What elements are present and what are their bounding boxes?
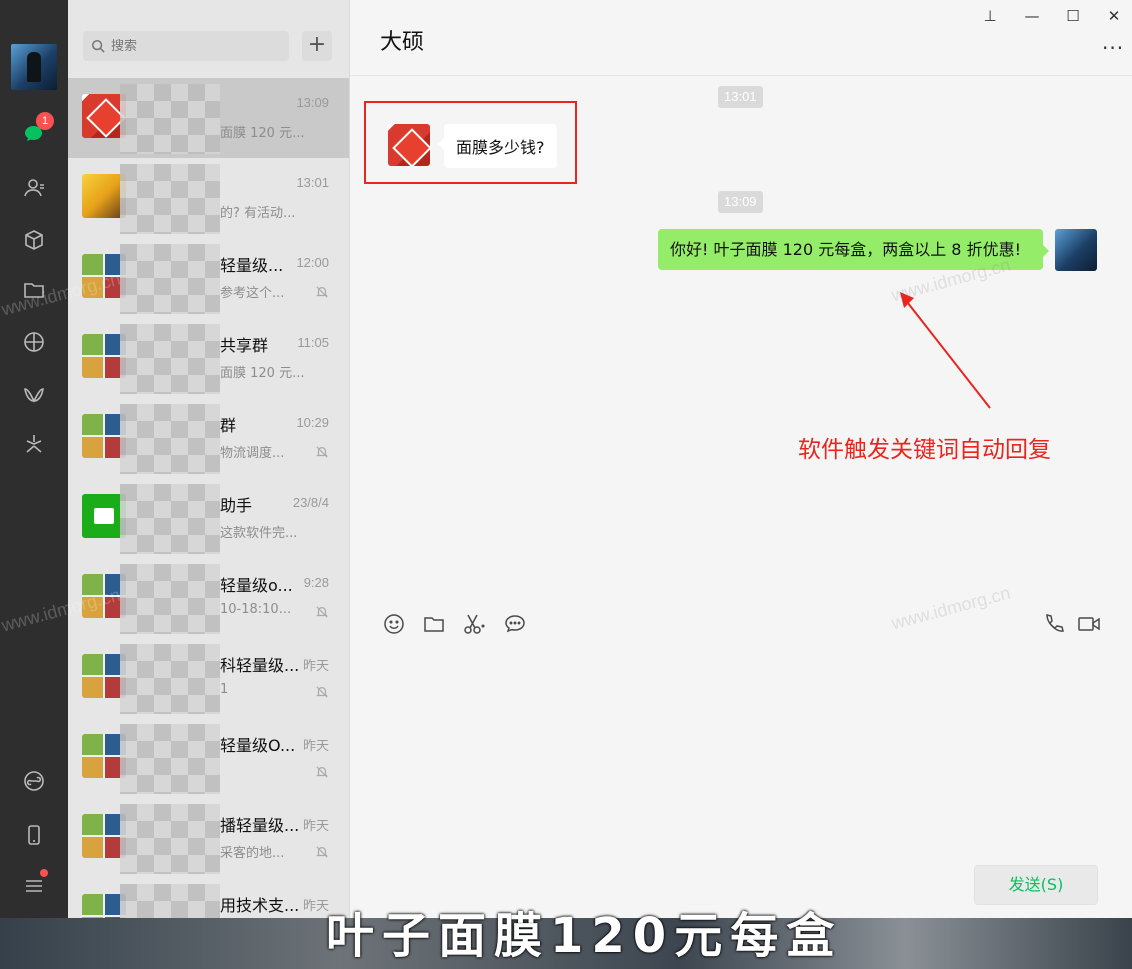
menu-notification-dot bbox=[40, 869, 48, 877]
chat-list-item[interactable]: 播轻量级... 昨天采客的地... bbox=[68, 798, 349, 878]
chat-time: 13:09 bbox=[296, 95, 329, 110]
chat-list-item[interactable]: 轻量级O... 昨天 bbox=[68, 718, 349, 798]
watermark: www.idmorg.cn bbox=[889, 582, 1013, 634]
search-feature-icon[interactable] bbox=[20, 430, 48, 458]
chat-time: 10:29 bbox=[296, 415, 329, 430]
conversation-header: 大硕 ⊥ — ☐ ✕ ··· bbox=[350, 0, 1132, 76]
chat-time: 9:28 bbox=[303, 575, 329, 590]
chat-time: 昨天 bbox=[302, 818, 329, 833]
chat-preview: 物流调度... bbox=[220, 446, 285, 461]
chat-name: 轻量级O... bbox=[220, 736, 296, 755]
favorites-cube-icon[interactable] bbox=[20, 226, 48, 254]
mute-bell-icon bbox=[315, 684, 329, 698]
timestamp: 13:09 bbox=[718, 191, 763, 213]
channels-icon[interactable] bbox=[20, 381, 48, 409]
emoji-icon[interactable] bbox=[382, 612, 408, 636]
chat-icon[interactable]: 1 bbox=[20, 112, 54, 148]
chat-list-item[interactable]: 13:09 面膜 120 元... bbox=[68, 78, 349, 158]
chat-time: 23/8/4 bbox=[292, 495, 329, 510]
chat-name: 轻量级... bbox=[220, 256, 284, 275]
chat-name: 播轻量级... bbox=[220, 816, 300, 835]
incoming-message[interactable]: 面膜多少钱? bbox=[438, 124, 557, 168]
mute-bell-icon bbox=[315, 604, 329, 618]
chat-name: 科轻量级... bbox=[220, 656, 300, 675]
chat-preview: 10-18:10... bbox=[220, 602, 292, 617]
chat-time: 12:00 bbox=[296, 255, 329, 270]
pixelated-blur bbox=[120, 564, 220, 634]
chat-preview: 面膜 120 元... bbox=[220, 366, 305, 381]
contacts-icon[interactable] bbox=[20, 174, 48, 202]
self-avatar[interactable] bbox=[1055, 229, 1097, 271]
pixelated-blur bbox=[120, 84, 220, 154]
pixelated-blur bbox=[120, 724, 220, 794]
chat-list-item[interactable]: 共享群 11:05 面膜 120 元... bbox=[68, 318, 349, 398]
pixelated-blur bbox=[120, 324, 220, 394]
pixelated-blur bbox=[120, 484, 220, 554]
chat-name: 群 bbox=[220, 416, 237, 435]
chat-preview: 面膜 120 元... bbox=[220, 126, 305, 141]
chat-preview: 1 bbox=[220, 682, 229, 697]
chat-time: 11:05 bbox=[297, 335, 329, 350]
pixelated-blur bbox=[120, 244, 220, 314]
chat-preview: 的? 有活动... bbox=[220, 206, 296, 221]
voice-call-icon[interactable] bbox=[1042, 612, 1068, 636]
search-box[interactable] bbox=[83, 31, 289, 61]
pixelated-blur bbox=[120, 404, 220, 474]
chat-time: 昨天 bbox=[302, 658, 329, 673]
chat-name: 轻量级o... bbox=[220, 576, 293, 595]
search-icon bbox=[91, 39, 105, 53]
pixelated-blur bbox=[120, 644, 220, 714]
chat-preview: 这款软件完... bbox=[220, 526, 298, 541]
mute-bell-icon bbox=[315, 764, 329, 778]
send-button[interactable]: 发送(S) bbox=[974, 865, 1098, 905]
chat-preview: 采客的地... bbox=[220, 846, 285, 861]
conversation-panel: 大硕 ⊥ — ☐ ✕ ··· 13:01 面膜多少钱? 13:09 你好! 叶子… bbox=[350, 0, 1132, 918]
chat-list-panel: + 13:09面膜 120 元...13:01的? 有活动...轻量级...12… bbox=[68, 0, 350, 954]
chat-history-icon[interactable] bbox=[503, 612, 529, 636]
search-input[interactable] bbox=[111, 38, 281, 54]
pixelated-blur bbox=[120, 804, 220, 874]
chat-name: 用技术支... bbox=[220, 896, 300, 915]
close-button[interactable]: ✕ bbox=[1104, 6, 1124, 26]
moments-icon[interactable] bbox=[20, 328, 48, 356]
phone-icon[interactable] bbox=[20, 821, 48, 849]
mute-bell-icon bbox=[315, 284, 329, 298]
unread-badge: 1 bbox=[36, 112, 54, 130]
chat-time: 13:01 bbox=[296, 175, 329, 190]
nav-rail: 1 bbox=[0, 0, 68, 918]
chat-name: 助手 bbox=[220, 496, 253, 515]
chat-preview: 参考这个... bbox=[220, 286, 285, 301]
pixelated-blur bbox=[120, 164, 220, 234]
conversation-title: 大硕 bbox=[380, 30, 425, 55]
mini-program-icon[interactable] bbox=[20, 767, 48, 795]
more-options-button[interactable]: ··· bbox=[1102, 36, 1124, 60]
menu-icon[interactable] bbox=[20, 869, 48, 900]
wechat-window: 1 搜索 + 13:09 面膜 120 元... 13:01 的? 有活动...… bbox=[0, 0, 1132, 954]
chat-time: 昨天 bbox=[302, 738, 329, 753]
screenshot-scissors-icon[interactable] bbox=[462, 612, 488, 636]
video-caption: 叶子面膜120元每盒 bbox=[326, 908, 843, 964]
file-folder-icon[interactable] bbox=[422, 612, 448, 636]
minimize-button[interactable]: — bbox=[1022, 6, 1042, 26]
add-chat-button[interactable]: + bbox=[302, 31, 332, 61]
annotation-label: 软件触发关键词自动回复 bbox=[798, 437, 1051, 463]
annotation-arrow-icon bbox=[900, 292, 991, 409]
chat-list-item[interactable]: 科轻量级... 昨天 1 bbox=[68, 638, 349, 718]
user-avatar[interactable] bbox=[11, 44, 57, 90]
chat-list-item[interactable]: 13:01 的? 有活动... bbox=[68, 158, 349, 238]
mute-bell-icon bbox=[315, 444, 329, 458]
chat-list-item[interactable]: 助手 23/8/4 这款软件完... bbox=[68, 478, 349, 558]
mute-bell-icon bbox=[315, 844, 329, 858]
contact-avatar[interactable] bbox=[388, 124, 430, 166]
pin-icon[interactable]: ⊥ bbox=[980, 6, 1000, 26]
chat-list-item[interactable]: 群 10:29 物流调度... bbox=[68, 398, 349, 478]
chat-name: 共享群 bbox=[220, 336, 269, 355]
timestamp: 13:01 bbox=[718, 86, 763, 108]
maximize-button[interactable]: ☐ bbox=[1063, 6, 1083, 26]
video-call-icon[interactable] bbox=[1077, 612, 1103, 636]
